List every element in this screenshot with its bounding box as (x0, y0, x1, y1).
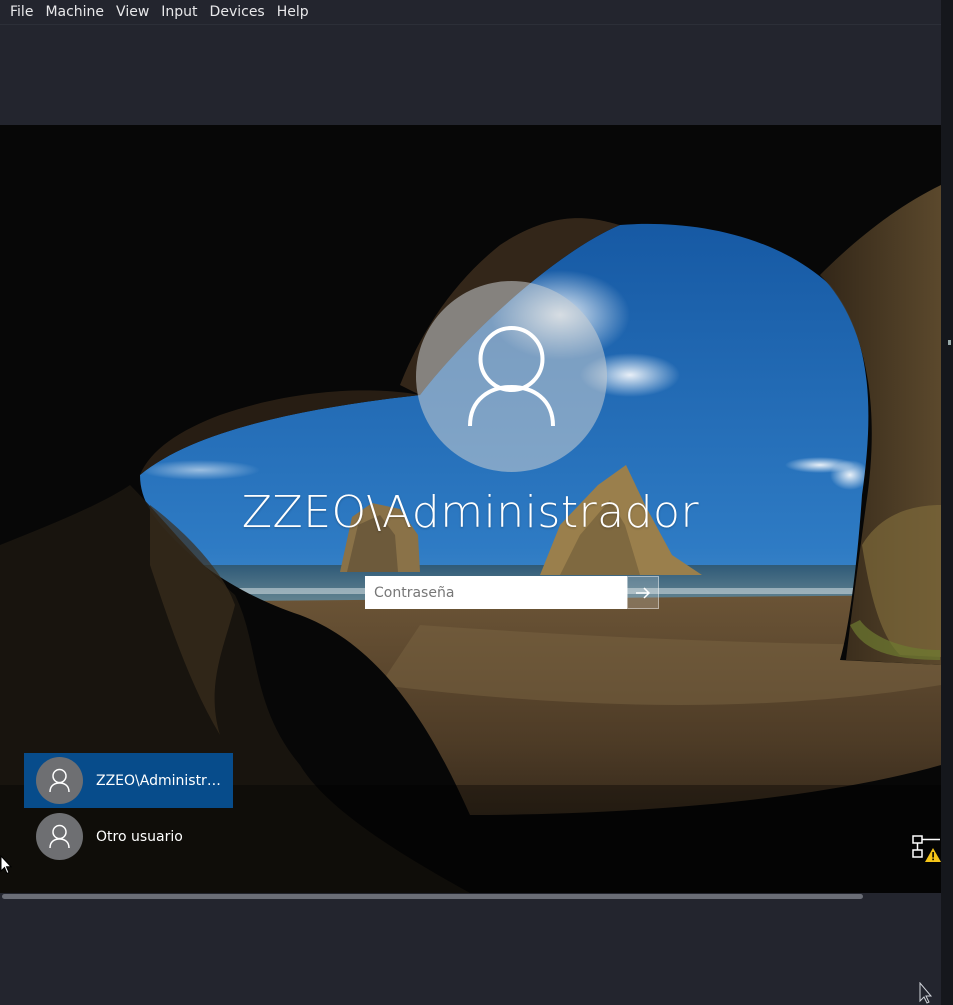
user-avatar-small (36, 813, 83, 860)
menu-input[interactable]: Input (155, 0, 203, 25)
user-icon (49, 768, 70, 793)
user-tile-label: Otro usuario (96, 828, 183, 845)
user-icon (49, 824, 70, 849)
user-tile-otro-usuario[interactable]: Otro usuario (24, 809, 233, 864)
scrollbar-thumb[interactable] (2, 894, 863, 899)
user-silhouette-icon (468, 326, 555, 427)
user-tile-administrador[interactable]: ZZEO\Administra... (24, 753, 233, 808)
scrollbar-marker (948, 340, 951, 345)
horizontal-scrollbar[interactable] (0, 893, 941, 901)
menubar: File Machine View Input Devices Help (0, 0, 941, 25)
menu-file[interactable]: File (4, 0, 39, 25)
vertical-scrollbar[interactable] (941, 0, 953, 1005)
user-avatar-small (36, 757, 83, 804)
login-username: ZZEO\Administrador (241, 487, 700, 538)
arrow-right-icon (636, 586, 651, 599)
user-avatar (416, 281, 607, 472)
password-box (365, 576, 659, 609)
menu-machine[interactable]: Machine (39, 0, 110, 25)
submit-button[interactable] (627, 576, 659, 609)
guest-display[interactable]: ZZEO\Administrador ZZEO\Administra... Ot… (0, 125, 941, 893)
user-list: ZZEO\Administra... Otro usuario (24, 753, 233, 864)
user-tile-label: ZZEO\Administra... (96, 772, 226, 789)
mouse-cursor-icon (0, 855, 12, 875)
menu-view[interactable]: View (110, 0, 155, 25)
menu-help[interactable]: Help (271, 0, 315, 25)
host-cursor-icon (919, 982, 933, 1004)
password-input[interactable] (365, 576, 627, 609)
menu-devices[interactable]: Devices (204, 0, 271, 25)
network-warning-icon[interactable] (911, 834, 941, 864)
